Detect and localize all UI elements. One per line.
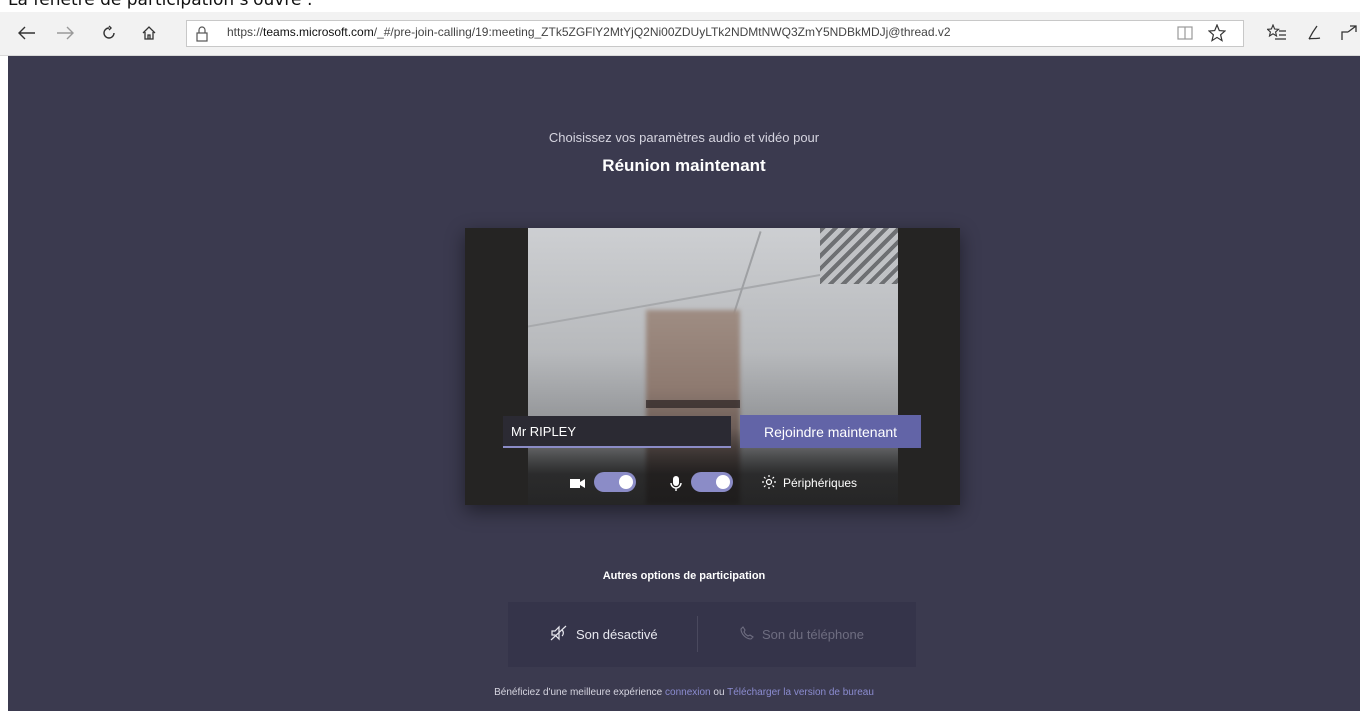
name-input[interactable] [503,416,731,448]
microphone-icon [669,475,687,491]
av-controls: Périphériques [465,468,960,498]
camera-preview [528,228,898,505]
teams-prejoin-screen: Choisissez vos paramètres audio et vidéo… [8,56,1360,711]
join-now-button[interactable]: Rejoindre maintenant [740,415,921,448]
phone-icon [740,625,754,643]
other-options-panel: Son désactivé Son du téléphone [508,602,916,667]
footer-message: Bénéficiez d'une meilleure expérience [494,687,663,698]
back-icon[interactable] [14,20,40,46]
footer-text: Bénéficiez d'une meilleure expérience co… [8,687,1360,698]
reading-view-icon[interactable] [1172,20,1198,46]
favorites-list-icon[interactable] [1264,20,1290,46]
url-domain: teams.microsoft.com [263,25,374,39]
pen-icon[interactable] [1300,20,1326,46]
meeting-title: Réunion maintenant [602,156,766,175]
phone-audio-option[interactable]: Son du téléphone [740,624,864,644]
footer-or: ou [713,687,725,698]
url-prefix: https:// [227,25,264,39]
microphone-toggle[interactable] [691,472,733,492]
download-desktop-link[interactable]: Télécharger la version de bureau [727,687,874,698]
ceiling-vent [820,228,898,284]
devices-button[interactable]: Périphériques [761,471,857,495]
page-caption: La fenêtre de participation s'ouvre : [8,0,313,10]
camera-icon [569,475,587,491]
phone-audio-label: Son du téléphone [762,626,864,642]
video-preview-panel: Rejoindre maintenant Périphériques [465,228,960,505]
other-options-title: Autres options de participation [602,570,766,582]
refresh-icon[interactable] [96,20,122,46]
browser-toolbar: https://teams.microsoft.com/_#/pre-join-… [0,12,1360,56]
gear-icon [761,474,777,493]
camera-toggle[interactable] [594,472,636,492]
audio-off-option[interactable]: Son désactivé [550,624,658,644]
forward-icon[interactable] [52,20,78,46]
address-bar[interactable]: https://teams.microsoft.com/_#/pre-join-… [186,20,1244,47]
audio-off-label: Son désactivé [576,626,658,642]
home-icon[interactable] [136,20,162,46]
lock-icon [195,25,209,43]
toggle-knob [716,475,730,489]
devices-label: Périphériques [783,476,858,490]
glasses-shadow [646,400,740,408]
options-divider [697,616,698,652]
signin-link[interactable]: connexion [665,687,711,698]
url-path: /_#/pre-join-calling/19:meeting_ZTk5ZGFl… [373,25,951,39]
toggle-knob [619,475,633,489]
speaker-off-icon [550,625,568,644]
share-icon[interactable] [1336,20,1360,46]
favorite-star-icon[interactable] [1204,20,1230,46]
prejoin-subtitle: Choisissez vos paramètres audio et vidéo… [548,130,820,145]
url-text: https://teams.microsoft.com/_#/pre-join-… [227,25,951,39]
